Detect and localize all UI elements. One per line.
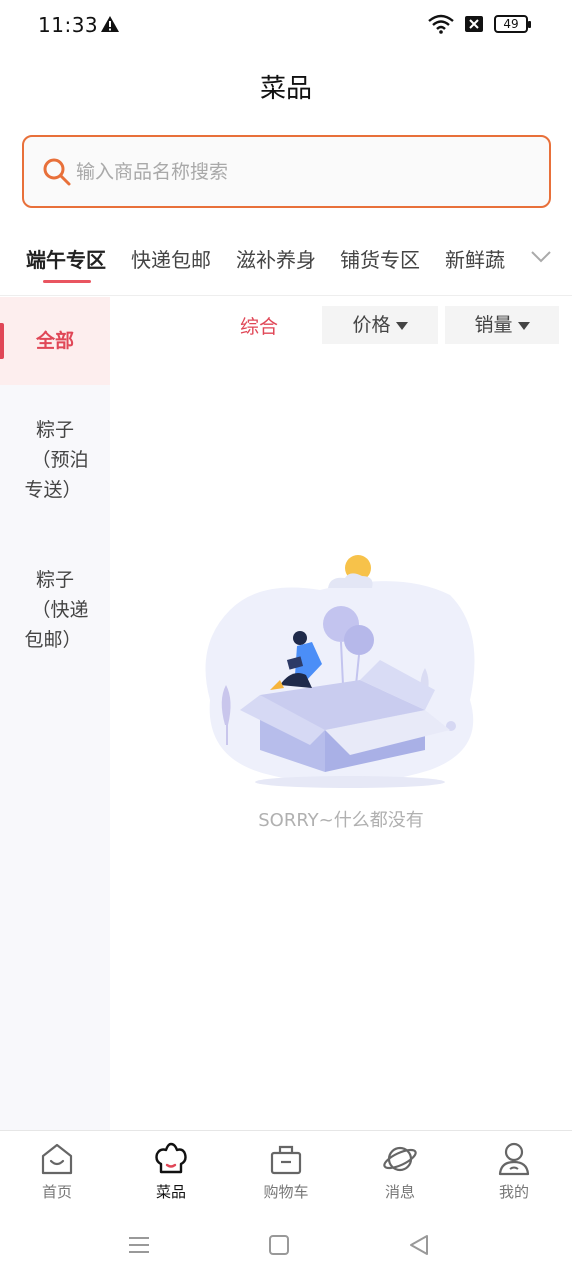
tab-free-shipping[interactable]: 快递包邮 — [131, 244, 211, 273]
nav-label: 菜品 — [155, 1183, 186, 1201]
sidebar: 全部 粽子 （预泊 专送） 粽子 （快递 包邮） — [0, 297, 110, 1130]
chevron-down-icon[interactable] — [530, 250, 552, 264]
nav-label: 购物车 — [263, 1183, 309, 1201]
home-square-icon[interactable] — [266, 1232, 292, 1258]
sidebar-item-label-line: （快递 — [31, 599, 89, 621]
status-icons: 49 — [428, 14, 531, 34]
sort-sales-label: 销量 — [474, 314, 513, 336]
nav-profile[interactable]: 我的 — [469, 1141, 559, 1202]
nav-label: 我的 — [498, 1183, 529, 1201]
chef-hat-icon — [155, 1142, 187, 1174]
category-tabs: 端午专区 快递包邮 滋补养身 铺货专区 新鲜蔬 — [0, 238, 572, 296]
nav-label: 消息 — [384, 1183, 415, 1201]
sort-price-label: 价格 — [352, 314, 391, 336]
back-icon[interactable] — [406, 1232, 432, 1258]
nav-label: 首页 — [41, 1183, 72, 1201]
planet-icon — [383, 1146, 417, 1172]
nav-cart[interactable]: 购物车 — [241, 1141, 331, 1202]
sort-comprehensive[interactable]: 综合 — [230, 310, 288, 344]
sidebar-item-zongzi-reserve[interactable]: 粽子 （预泊 专送） — [0, 415, 110, 505]
search-icon — [43, 158, 71, 186]
sidebar-item-label: 全部 — [35, 330, 74, 352]
no-sim-icon — [465, 16, 483, 32]
warning-icon — [101, 16, 119, 32]
user-icon — [498, 1142, 530, 1176]
battery-icon: 49 — [494, 15, 531, 33]
page-title: 菜品 — [259, 74, 312, 104]
status-bar: 11:33 49 — [0, 0, 572, 52]
home-icon — [41, 1143, 73, 1175]
empty-state-message: SORRY~什么都没有 — [258, 810, 424, 831]
sort-sales-button[interactable]: 销量 — [445, 306, 559, 344]
system-nav-bar — [0, 1212, 572, 1280]
tab-fresh-veg[interactable]: 新鲜蔬 — [445, 244, 505, 273]
search-box[interactable] — [22, 135, 551, 208]
tab-nourishing[interactable]: 滋补养身 — [236, 244, 316, 273]
sort-price-button[interactable]: 价格 — [322, 306, 438, 344]
bottom-nav: 首页 菜品 购物车 消息 我的 — [0, 1130, 572, 1210]
active-tab-indicator — [43, 280, 91, 283]
tab-dragon-boat[interactable]: 端午专区 — [26, 244, 106, 273]
sidebar-item-label-line: 粽子 — [35, 419, 74, 441]
screen: 11:33 49 菜品 输入商品名称搜索 端午专区 快递包邮 滋补养身 铺货专区… — [0, 0, 572, 1280]
sidebar-item-zongzi-express[interactable]: 粽子 （快递 包邮） — [0, 565, 110, 655]
status-time: 11:33 — [38, 13, 99, 37]
nav-dishes[interactable]: 菜品 — [126, 1141, 216, 1202]
sidebar-item-label-line: 粽子 — [35, 569, 74, 591]
nav-messages[interactable]: 消息 — [355, 1141, 445, 1202]
basket-icon — [270, 1145, 302, 1175]
triangle-down-icon — [517, 321, 530, 330]
sidebar-item-label-line: 包邮） — [24, 629, 82, 651]
triangle-down-icon — [395, 321, 408, 330]
empty-box-illustration — [205, 555, 475, 788]
menu-icon[interactable] — [126, 1232, 152, 1258]
wifi-icon — [428, 14, 454, 34]
sidebar-item-label-line: 专送） — [24, 479, 82, 501]
battery-level: 49 — [503, 17, 519, 31]
nav-home[interactable]: 首页 — [12, 1141, 102, 1202]
tab-stocking[interactable]: 铺货专区 — [340, 244, 420, 273]
search-input[interactable] — [76, 155, 516, 189]
sidebar-item-all[interactable]: 全部 — [0, 297, 110, 385]
sidebar-item-label-line: （预泊 — [31, 449, 89, 471]
